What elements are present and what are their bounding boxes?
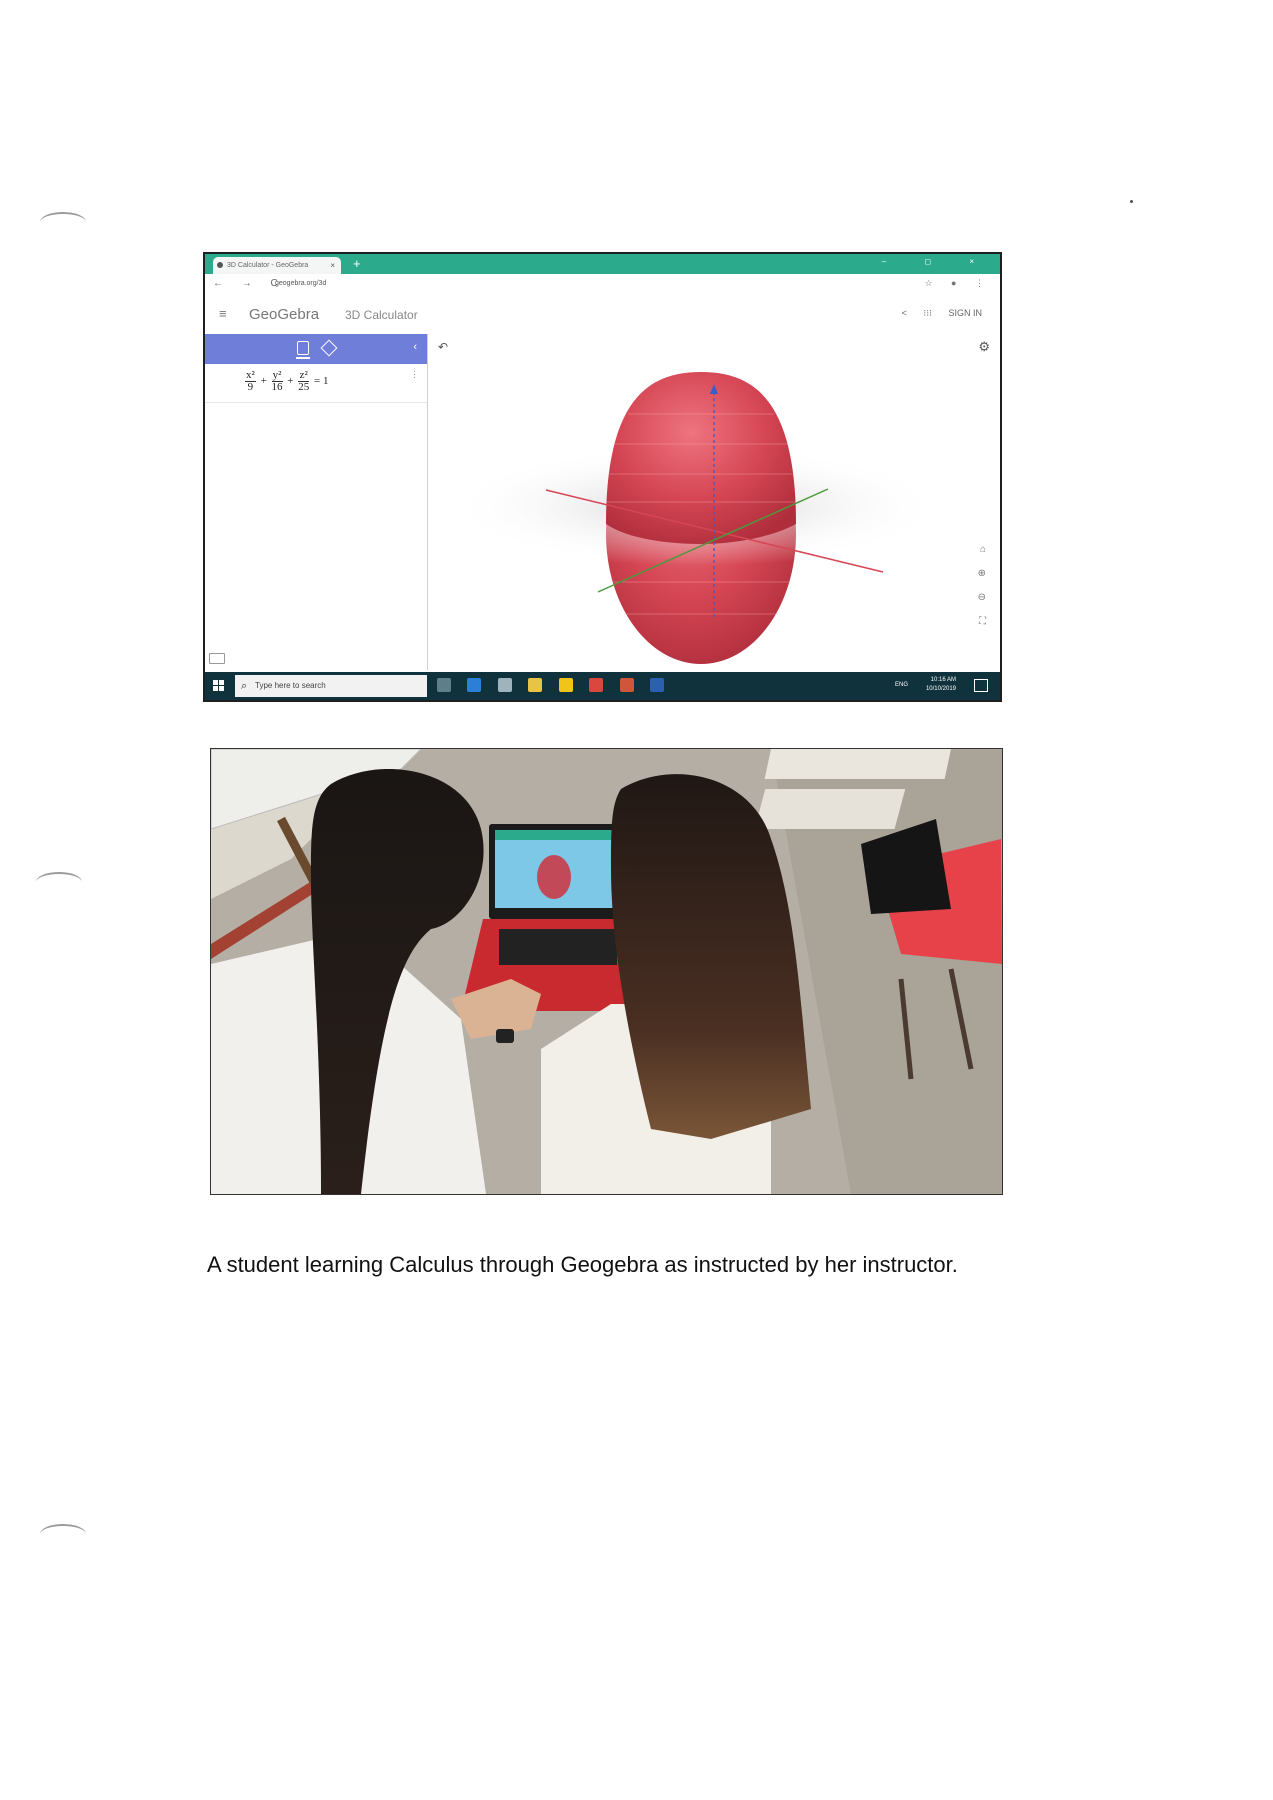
geogebra-screenshot: 3D Calculator - GeoGebra × + – ◻ × ← → C… (203, 252, 1002, 702)
plus-sign: + (260, 375, 267, 388)
laptop-keyboard (499, 929, 617, 965)
geogebra-favicon-icon (217, 262, 223, 268)
figure-caption: A student learning Calculus through Geog… (207, 1252, 958, 1277)
home-icon[interactable]: ⌂ (980, 544, 986, 555)
address-bar-icons[interactable]: ☆ ● ⋮ (924, 278, 992, 289)
url-field[interactable]: geogebra.org/3d (275, 280, 326, 287)
app-subtitle: 3D Calculator (345, 308, 418, 322)
row-menu-icon[interactable]: ⋮ (410, 369, 419, 380)
desk-top (754, 789, 906, 829)
brand-logo: GeoGebra (249, 306, 320, 323)
algebra-input-row[interactable]: x² 9 + y² 16 + z² 25 = 1 ⋮ (205, 364, 427, 403)
language-indicator[interactable]: ENG (895, 682, 908, 688)
powerpoint-icon[interactable] (619, 678, 634, 692)
3d-graphics-view[interactable]: ↶ ⚙ ⌂ ⊕ ⊖ ⛶ (428, 334, 1000, 670)
photo-illustration (211, 749, 1002, 1194)
word-icon[interactable] (650, 678, 665, 692)
edge-icon[interactable] (467, 678, 482, 692)
ellipsoid-equation: x² 9 + y² 16 + z² 25 = 1 (243, 370, 328, 393)
apps-grid-icon[interactable]: ⁝⁝⁝ (923, 308, 932, 318)
fullscreen-icon[interactable]: ⛶ (979, 616, 986, 627)
scan-speck (1130, 200, 1133, 203)
clock-date: 10/10/2019 (925, 686, 956, 692)
sign-in-button[interactable]: SIGN IN (948, 308, 982, 318)
browser-tab-bar: 3D Calculator - GeoGebra × + – ◻ × (205, 254, 1000, 274)
window-controls[interactable]: – ◻ × (882, 257, 992, 266)
tools-icon[interactable] (320, 339, 338, 357)
task-view-icon[interactable] (437, 678, 451, 692)
keyboard-icon[interactable] (209, 653, 225, 664)
zoom-in-icon[interactable]: ⊕ (978, 568, 986, 579)
punch-mark-top (40, 212, 86, 232)
punch-mark-bottom (40, 1524, 86, 1544)
new-tab-button[interactable]: + (353, 256, 361, 271)
z-term-denominator: 25 (298, 381, 310, 393)
windows-start-icon[interactable] (213, 680, 225, 692)
taskbar-search[interactable]: Type here to search (235, 675, 427, 697)
file-explorer-icon[interactable] (528, 678, 543, 692)
equation-rhs: = 1 (314, 375, 329, 388)
clock[interactable]: 10:16 AM 10/10/2019 (926, 676, 956, 694)
ellipsoid-plot (446, 372, 946, 664)
chrome-icon[interactable] (589, 678, 604, 692)
zoom-out-icon[interactable]: ⊖ (978, 592, 986, 603)
y-term-denominator: 16 (271, 381, 283, 393)
plus-sign: + (287, 375, 294, 388)
address-bar: ← → C geogebra.org/3d ☆ ● ⋮ (205, 274, 1000, 297)
algebra-panel-header: ‹ (205, 334, 427, 364)
taskbar-apps (437, 678, 676, 697)
calculator-icon[interactable] (296, 341, 310, 359)
laptop-ellipsoid (537, 855, 571, 899)
browser-tab[interactable]: 3D Calculator - GeoGebra × (213, 257, 341, 274)
algebra-panel: ‹ x² 9 + y² 16 + z² 25 = 1 ⋮ (205, 334, 428, 670)
collapse-icon[interactable]: ‹ (413, 341, 417, 353)
mail-icon[interactable] (497, 678, 512, 692)
tab-title: 3D Calculator - GeoGebra (227, 262, 309, 269)
laptop-display-header (495, 830, 613, 840)
share-icon[interactable]: < (902, 308, 907, 318)
geogebra-app-bar: ≡ GeoGebra 3D Calculator < ⁝⁝⁝ SIGN IN (205, 296, 1000, 335)
notifications-icon[interactable] (974, 679, 988, 692)
sticky-notes-icon[interactable] (558, 678, 573, 692)
clock-time: 10:16 AM (930, 677, 956, 683)
desk-top-back (764, 749, 951, 779)
menu-icon[interactable]: ≡ (219, 306, 227, 321)
tab-close-icon[interactable]: × (330, 257, 335, 274)
classroom-photo (210, 748, 1003, 1195)
windows-taskbar: Type here to search ENG 10:16 AM 10/10/2… (205, 672, 1000, 700)
ellipsoid-upper (606, 372, 796, 544)
x-term-denominator: 9 (247, 381, 254, 393)
wristwatch (496, 1029, 514, 1043)
punch-mark-middle (36, 872, 82, 892)
